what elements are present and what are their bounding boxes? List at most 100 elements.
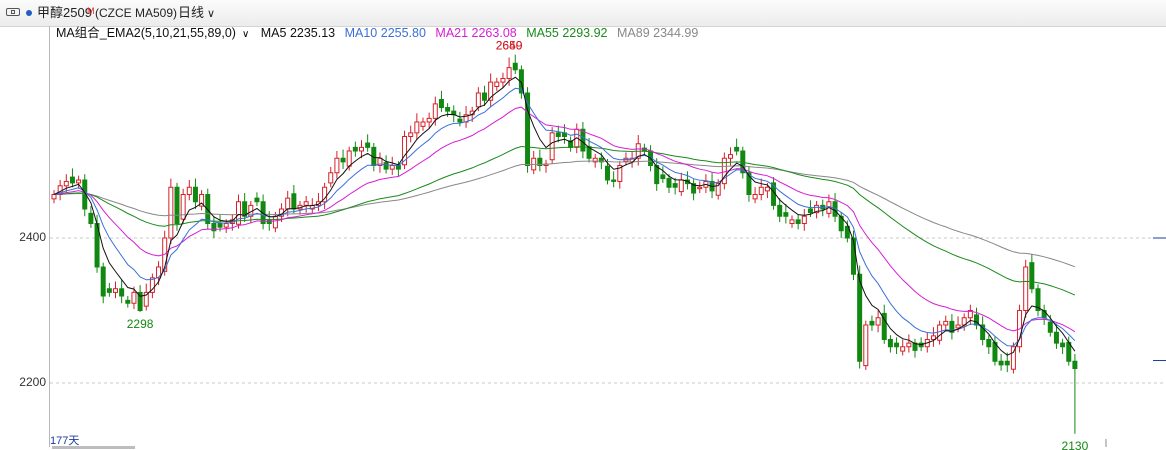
- candle-body: [1004, 360, 1010, 366]
- candle-body: [1072, 360, 1078, 369]
- candle-body: [272, 215, 278, 229]
- ma55-line: [53, 145, 1076, 296]
- legend-ma89: MA89 2344.99: [617, 26, 699, 40]
- candle-body: [69, 176, 75, 184]
- candle-body: [789, 219, 795, 224]
- candle-body: [254, 197, 260, 203]
- candle-body: [63, 180, 69, 187]
- candle-body: [678, 179, 684, 193]
- candle-body: [88, 212, 94, 225]
- candle-body: [303, 201, 309, 206]
- candle-body: [205, 194, 211, 224]
- candle-body: [389, 165, 395, 170]
- candle-body: [186, 186, 192, 195]
- candle-body: [654, 165, 660, 185]
- candle-body: [734, 146, 740, 152]
- candle-body: [728, 154, 733, 159]
- candle-body: [955, 324, 961, 329]
- legend-ma10: MA10 2255.80: [344, 26, 426, 40]
- candle-body: [125, 299, 131, 304]
- candle-body: [863, 324, 869, 367]
- candle-body: [894, 342, 900, 348]
- legend-ma5: MA5 2235.13: [260, 26, 336, 40]
- extreme-value-label: 2298: [127, 317, 154, 331]
- candle-body: [506, 67, 512, 79]
- candle-body: [783, 212, 789, 217]
- candle-body: [1023, 266, 1029, 311]
- candle-body: [383, 162, 389, 170]
- candle-body: [420, 121, 426, 127]
- candle-body: [777, 204, 783, 217]
- candle-body: [223, 223, 229, 228]
- candle-body: [666, 178, 672, 188]
- candle-body: [408, 132, 414, 137]
- candle-body: [906, 342, 912, 348]
- candle-body: [660, 174, 666, 180]
- candle-body: [359, 146, 364, 152]
- candle-body: [438, 99, 444, 109]
- candlestick-chart[interactable]: 2650264922982130: [0, 0, 1166, 450]
- candle-body: [494, 81, 500, 87]
- candle-body: [605, 165, 610, 181]
- candle-body: [180, 194, 186, 220]
- candle-body: [426, 117, 432, 123]
- candle-body: [174, 186, 180, 224]
- chevron-down-icon[interactable]: ∨: [242, 29, 249, 40]
- candle-body: [555, 132, 561, 137]
- candle-body: [500, 78, 506, 83]
- ma-group-dropdown[interactable]: MA组合_EMA2(5,10,21,55,89,0): [56, 26, 236, 40]
- y-tick-label: 2200: [19, 375, 46, 389]
- candle-body: [943, 320, 949, 326]
- candle-body: [482, 92, 487, 101]
- candle-body: [937, 324, 943, 341]
- candle-body: [611, 179, 617, 182]
- candle-body: [1053, 331, 1059, 344]
- candle-body: [475, 92, 481, 108]
- candle-body: [998, 360, 1004, 366]
- ma89-line: [53, 160, 1076, 268]
- candle-body: [986, 339, 992, 348]
- legend-ma55: MA55 2293.92: [526, 26, 608, 40]
- candle-body: [113, 288, 118, 293]
- candle-body: [414, 121, 420, 134]
- candle-body: [795, 219, 801, 224]
- candle-body: [580, 128, 586, 152]
- candle-body: [352, 146, 358, 152]
- candle-body: [1047, 321, 1053, 333]
- candle-body: [340, 157, 346, 163]
- candle-body: [346, 150, 352, 167]
- candle-body: [131, 291, 137, 304]
- candle-body: [887, 339, 893, 348]
- candle-body: [900, 346, 906, 352]
- candle-body: [857, 273, 863, 362]
- extreme-value-label: 2130: [1062, 439, 1089, 450]
- y-tick-label: 2400: [19, 230, 46, 244]
- candle-body: [334, 157, 340, 174]
- candle-body: [100, 266, 106, 297]
- candle-body: [764, 186, 770, 192]
- candle-body: [807, 208, 813, 214]
- candle-body: [1029, 262, 1035, 290]
- candle-body: [76, 179, 82, 184]
- candle-body: [672, 183, 678, 188]
- candle-body: [365, 142, 371, 148]
- candle-body: [217, 223, 223, 228]
- candle-body: [1060, 342, 1066, 348]
- candle-body: [697, 186, 703, 190]
- candle-body: [51, 194, 57, 200]
- candle-body: [291, 193, 297, 210]
- candle-body: [869, 320, 875, 326]
- candle-body: [875, 317, 881, 326]
- candle-body: [106, 288, 112, 293]
- candle-body: [801, 215, 807, 224]
- candle-body: [119, 288, 125, 297]
- horizontal-scrollbar[interactable]: [52, 446, 135, 449]
- candle-body: [752, 194, 758, 200]
- candle-body: [445, 107, 451, 112]
- legend-ma21: MA21 2263.08: [435, 26, 517, 40]
- candle-body: [168, 186, 174, 239]
- candle-body: [549, 132, 555, 161]
- indicator-legend: MA组合_EMA2(5,10,21,55,89,0) ∨ MA5 2235.13 …: [56, 24, 704, 42]
- candle-body: [285, 197, 291, 210]
- candle-body: [192, 186, 198, 203]
